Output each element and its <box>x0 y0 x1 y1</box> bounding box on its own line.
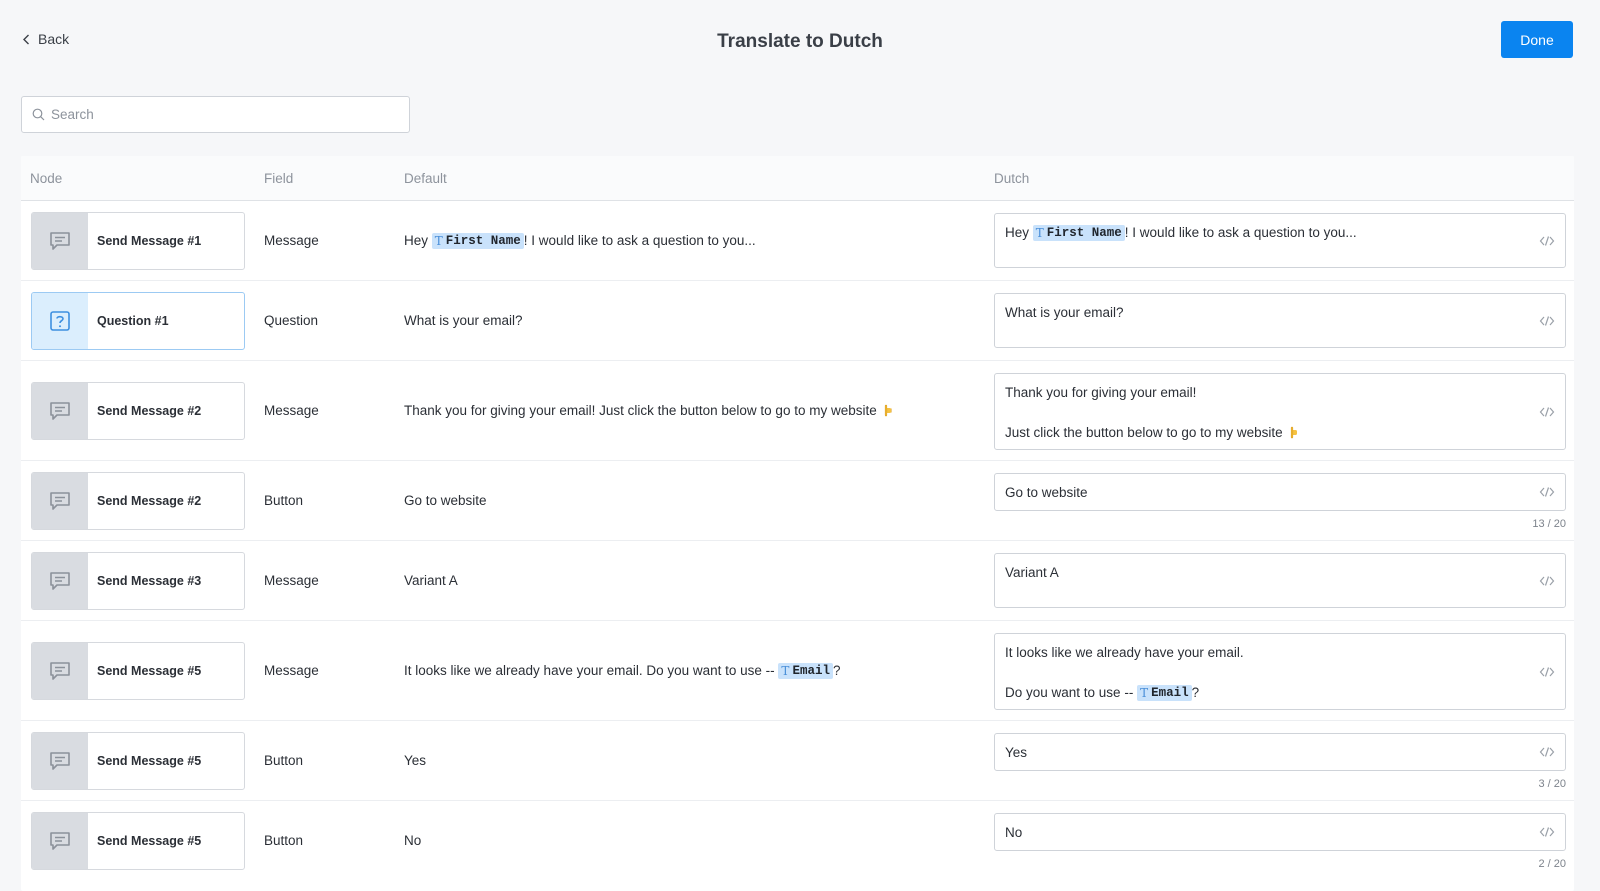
column-header-dutch: Dutch <box>994 171 1030 186</box>
node-name: Send Message #2 <box>97 494 202 508</box>
table-row: Send Message #3 Message Variant A Varian… <box>21 541 1574 621</box>
table-header: Node Field Default Dutch <box>21 156 1574 201</box>
default-text: Go to website <box>404 493 487 508</box>
variable-chip: T First Name <box>1032 225 1125 241</box>
code-icon[interactable] <box>1539 745 1555 759</box>
column-header-field: Field <box>264 171 294 186</box>
node-card[interactable]: Send Message #2 <box>31 382 245 440</box>
translation-table: Node Field Default Dutch Send Message #1… <box>21 156 1574 891</box>
text-variable-icon: T <box>781 664 790 678</box>
dutch-translation-input[interactable]: What is your email? <box>994 293 1566 348</box>
table-row: Send Message #2 Button Go to website Go … <box>21 461 1574 541</box>
node-name: Send Message #2 <box>97 404 202 418</box>
dutch-translation-input[interactable]: It looks like we already have your email… <box>994 633 1566 710</box>
default-text: What is your email? <box>404 313 523 328</box>
code-icon[interactable] <box>1539 574 1555 588</box>
node-name: Send Message #1 <box>97 234 202 248</box>
text-variable-icon: T <box>1140 686 1149 700</box>
message-icon <box>32 733 88 789</box>
field-name: Message <box>264 233 319 248</box>
node-card[interactable]: Send Message #5 <box>31 812 245 870</box>
field-name: Button <box>264 833 304 848</box>
field-name: Message <box>264 403 319 418</box>
default-text: Hey T First Name! I would like to ask a q… <box>404 233 756 249</box>
default-text: It looks like we already have your email… <box>404 663 841 679</box>
field-name: Message <box>264 573 319 588</box>
search-input[interactable] <box>51 107 409 122</box>
dutch-translation-input[interactable]: Go to website <box>994 473 1566 511</box>
code-icon[interactable] <box>1539 825 1555 839</box>
node-name: Send Message #3 <box>97 574 202 588</box>
node-card[interactable]: Send Message #5 <box>31 642 245 700</box>
field-name: Message <box>264 663 319 678</box>
node-name: Send Message #5 <box>97 834 202 848</box>
field-name: Button <box>264 493 304 508</box>
search-box <box>21 96 410 133</box>
default-text: Thank you for giving your email! Just cl… <box>404 403 894 418</box>
node-card[interactable]: Send Message #5 <box>31 732 245 790</box>
variable-chip: T First Name <box>431 233 524 249</box>
message-icon <box>32 553 88 609</box>
node-name: Send Message #5 <box>97 664 202 678</box>
column-header-node: Node <box>30 171 63 186</box>
message-icon <box>32 813 88 869</box>
default-text: Yes <box>404 753 427 768</box>
code-icon[interactable] <box>1539 405 1555 419</box>
text-variable-icon: T <box>434 234 443 248</box>
table-row: Send Message #5 Button Yes Yes 3 / 20 <box>21 721 1574 801</box>
character-counter: 3 / 20 <box>1538 778 1566 790</box>
dutch-translation-input[interactable]: Yes <box>994 733 1566 771</box>
code-icon[interactable] <box>1539 234 1555 248</box>
node-name: Send Message #5 <box>97 754 202 768</box>
table-row: Send Message #5 Button No No 2 / 20 <box>21 801 1574 891</box>
variable-chip: T Email <box>1137 685 1192 701</box>
default-text: No <box>404 833 422 848</box>
search-icon <box>32 108 45 121</box>
code-icon[interactable] <box>1539 314 1555 328</box>
dutch-translation-input[interactable]: Thank you for giving your email! Just cl… <box>994 373 1566 450</box>
code-icon[interactable] <box>1539 485 1555 499</box>
dutch-translation-input[interactable]: Variant A <box>994 553 1566 608</box>
node-card[interactable]: Send Message #1 <box>31 212 245 270</box>
node-card[interactable]: Send Message #3 <box>31 552 245 610</box>
node-card[interactable]: Send Message #2 <box>31 472 245 530</box>
table-row: Send Message #1 Message Hey T First Name!… <box>21 201 1574 281</box>
table-row: Send Message #2 Message Thank you for gi… <box>21 361 1574 461</box>
field-name: Question <box>264 313 319 328</box>
message-icon <box>32 643 88 699</box>
dutch-translation-input[interactable]: No <box>994 813 1566 851</box>
done-button[interactable]: Done <box>1501 21 1573 58</box>
dutch-translation-input[interactable]: Hey T First Name! I would like to ask a q… <box>994 213 1566 268</box>
node-card[interactable]: Question #1 <box>31 292 245 350</box>
table-row: Send Message #5 Message It looks like we… <box>21 621 1574 721</box>
node-name: Question #1 <box>97 314 169 328</box>
pointing-down-icon <box>884 404 892 417</box>
question-icon <box>32 293 88 349</box>
table-row: Question #1 Question What is your email?… <box>21 281 1574 361</box>
page-title: Translate to Dutch <box>717 31 883 52</box>
code-icon[interactable] <box>1539 665 1555 679</box>
character-counter: 2 / 20 <box>1538 858 1566 870</box>
message-icon <box>32 383 88 439</box>
variable-chip: T Email <box>778 663 833 679</box>
pointing-down-icon <box>1290 426 1297 439</box>
text-variable-icon: T <box>1035 226 1044 240</box>
character-counter: 13 / 20 <box>1532 518 1566 530</box>
message-icon <box>32 213 88 269</box>
default-text: Variant A <box>404 573 458 588</box>
field-name: Button <box>264 753 304 768</box>
column-header-default: Default <box>404 171 447 186</box>
message-icon <box>32 473 88 529</box>
